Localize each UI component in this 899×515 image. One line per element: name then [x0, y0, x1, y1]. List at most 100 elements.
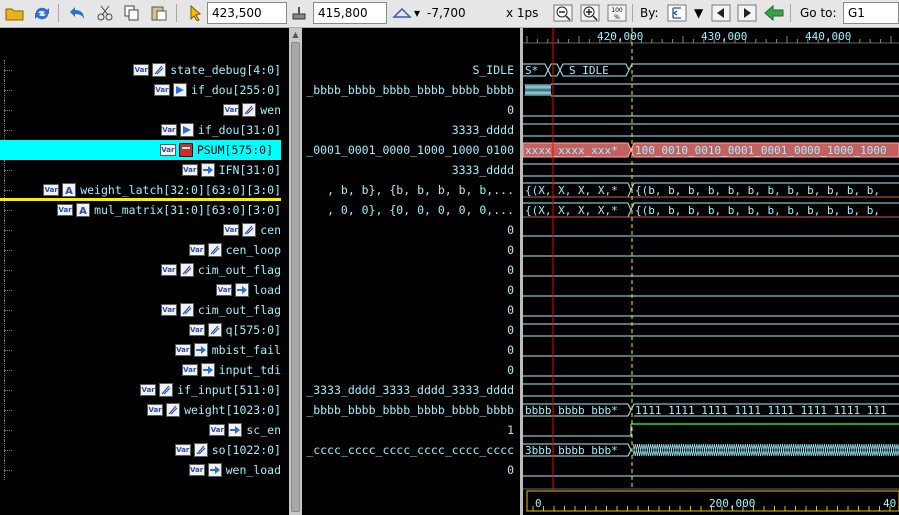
svg-text:100: 100 [611, 7, 623, 14]
signal-row[interactable]: Var cen_loop [0, 240, 289, 260]
var-badge-icon: Var [209, 424, 226, 436]
signal-row[interactable]: Var Aweight_latch[32:0][63:0][3:0] [0, 180, 289, 200]
signal-row[interactable]: Var cen [0, 220, 289, 240]
signal-row[interactable]: Var cim_out_flag [0, 300, 289, 320]
signal-row[interactable]: Var load [0, 280, 289, 300]
psum-before-label: xxxx_xxxx_xxx* [525, 144, 618, 157]
cursor-time-input[interactable]: 423,500 [207, 2, 287, 24]
copy-icon[interactable] [121, 3, 143, 23]
signal-row[interactable]: Var state_debug[4:0] [0, 60, 289, 80]
signal-name: mul_matrix[31:0][63:0][3:0] [94, 203, 281, 217]
var-badge-icon: Var [188, 244, 205, 256]
signal-row[interactable]: Var sc_en [0, 420, 289, 440]
zoom-100-icon[interactable]: 100% [606, 3, 628, 23]
names-scrollbar[interactable]: ▲ [289, 28, 302, 515]
signal-name: weight[1023:0] [184, 403, 281, 417]
bus-segment [628, 63, 899, 77]
signal-value: 0 [507, 283, 514, 297]
signal-names-pane: Var state_debug[4:0] Var if_dou[255:0] Var we… [0, 28, 289, 515]
toolbar: 423,500 415,800 ▾ -7,700 x 1ps 100% By: … [0, 0, 899, 28]
analog-icon [242, 223, 257, 237]
signal-row[interactable]: Var input_tdi [0, 360, 289, 380]
var-badge-icon: Var [223, 224, 240, 236]
signal-name: input_tdi [218, 363, 281, 377]
signal-row[interactable]: Var if_dou[31:0] [0, 120, 289, 140]
signal-values-pane: S_IDLE _bbbb_bbbb_bbbb_bbbb_bbbb_bbbb 0 333… [302, 28, 520, 515]
signal-value: 0 [507, 223, 514, 237]
signal-row[interactable]: Var q[575:0] [0, 320, 289, 340]
var-badge-icon: Var [181, 364, 198, 376]
signal-name: wen [260, 103, 281, 117]
delta-icon[interactable] [391, 3, 413, 23]
back-icon[interactable] [763, 3, 785, 23]
prev-icon[interactable] [710, 3, 732, 23]
time-unit: x 1ps [506, 6, 539, 20]
goto-label: Go to: [800, 6, 837, 20]
output-port-icon [172, 83, 187, 97]
search-by-icon[interactable] [666, 3, 688, 23]
waveform-pane[interactable]: 420,000 430,000 440,000 S* S_IDLE xxxx_xxxx_x… [523, 28, 899, 515]
state-s-label: S* [525, 64, 538, 77]
next-icon[interactable] [736, 3, 758, 23]
analog-icon [179, 303, 194, 317]
signal-value: 0 [507, 263, 514, 277]
array-icon: A [76, 203, 91, 217]
undo-icon[interactable] [66, 3, 88, 23]
input-port-icon [193, 343, 208, 357]
signal-row[interactable]: Var Amul_matrix[31:0][63:0][3:0] [0, 200, 289, 220]
signal-row[interactable]: Var IFN[31:0] [0, 160, 289, 180]
signal-row[interactable]: Var if_input[511:0] [0, 380, 289, 400]
signal-value: 0 [507, 343, 514, 357]
input-port-icon [200, 363, 215, 377]
weight-before-label: bbbb_bbbb_bbb* [525, 404, 618, 417]
analog-icon [242, 103, 257, 117]
input-port-icon [228, 423, 243, 437]
signal-name: cim_out_flag [197, 263, 281, 277]
zoom-in-icon[interactable] [579, 3, 601, 23]
output-port-icon [179, 123, 194, 137]
var-badge-icon: Var [174, 344, 191, 356]
bus-toggle [632, 443, 899, 457]
signal-value: S_IDLE [472, 63, 514, 77]
open-folder-icon[interactable] [4, 3, 26, 23]
bus-segment [547, 63, 561, 77]
svg-text:%: % [614, 14, 620, 21]
var-badge-icon: Var [188, 324, 205, 336]
chevron-down-icon[interactable]: ▾ [414, 6, 420, 20]
signal-row[interactable]: Var wen [0, 100, 289, 120]
cursor-icon[interactable] [184, 3, 206, 23]
signal-row[interactable]: Var wen_load [0, 460, 289, 480]
paste-icon[interactable] [148, 3, 170, 23]
signal-row[interactable]: Var cim_out_flag [0, 260, 289, 280]
bus-segment [523, 383, 899, 397]
sc-en-low [523, 424, 632, 437]
by-label: By: [640, 6, 659, 20]
signal-name: state_debug[4:0] [170, 63, 281, 77]
dropdown-icon[interactable]: ▼ [694, 6, 703, 20]
signal-row[interactable]: Var PSUM[575:0] [0, 140, 281, 160]
marker-time-input[interactable]: 415,800 [313, 2, 387, 24]
cut-icon[interactable] [94, 3, 116, 23]
var-badge-icon: Var [160, 264, 177, 276]
reload-icon[interactable] [31, 3, 53, 23]
wl-after-label: {(b, b, b, b, b, b, b, b, b, b, b, b, [635, 184, 880, 197]
signal-row[interactable]: Var if_dou[255:0] [0, 80, 289, 100]
signal-row[interactable]: Var so[1022:0] [0, 440, 289, 460]
signal-name: cim_out_flag [197, 303, 281, 317]
signal-value: 3333_dddd [451, 123, 514, 137]
signal-name: mbist_fail [211, 343, 281, 357]
var-badge-icon: Var [140, 384, 157, 396]
marker-icon[interactable] [288, 3, 310, 23]
signal-row[interactable]: Var weight[1023:0] [0, 400, 289, 420]
signal-name: cen_loop [225, 243, 281, 257]
goto-input[interactable]: G1 [843, 2, 899, 24]
signal-row[interactable]: Var mbist_fail [0, 340, 289, 360]
signal-value: 3333_dddd [451, 163, 514, 177]
analog-icon [207, 243, 222, 257]
signal-value: 0 [507, 303, 514, 317]
ruler-label: 430,000 [701, 30, 747, 43]
signal-value: _bbbb_bbbb_bbbb_bbbb_bbbb_bbbb [306, 83, 514, 97]
ruler-label: 420,000 [597, 30, 643, 43]
var-badge-icon: Var [159, 144, 176, 156]
zoom-out-icon[interactable] [552, 3, 574, 23]
